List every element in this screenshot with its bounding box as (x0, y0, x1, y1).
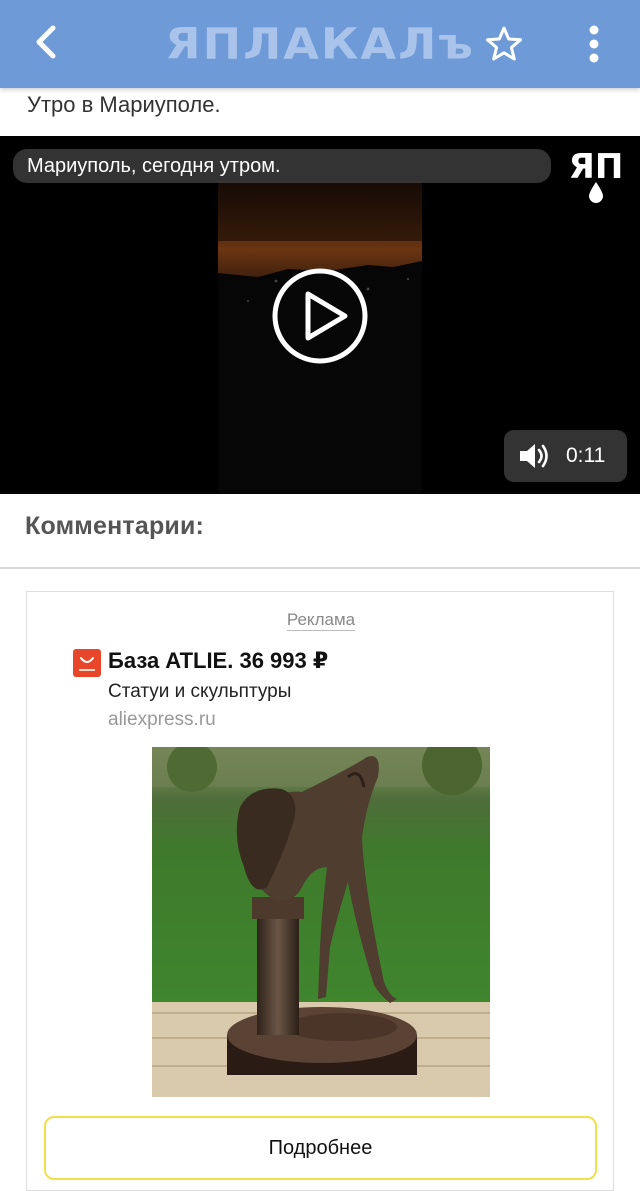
more-vertical-icon (589, 25, 599, 63)
aliexpress-icon (73, 649, 101, 677)
post-title: Утро в Мариуполе. (27, 92, 221, 117)
favorite-button[interactable] (482, 22, 526, 66)
site-logo[interactable]: ЯПЛАКАЛъ (165, 19, 473, 69)
ad-product-image[interactable] (152, 747, 490, 1097)
video-player[interactable]: Мариуполь, сегодня утром. ЯП 0:11 (0, 136, 640, 494)
more-details-button[interactable]: Подробнее (44, 1116, 597, 1180)
ad-title[interactable]: База ATLIE. 36 993 ₽ (108, 648, 328, 674)
overflow-menu-button[interactable] (574, 20, 614, 68)
star-outline-icon (486, 26, 522, 61)
ad-label: Реклама (286, 610, 356, 631)
sound-duration-control[interactable]: 0:11 (504, 430, 627, 482)
svg-text:ЯП: ЯП (569, 147, 624, 187)
volume-icon[interactable] (518, 441, 552, 471)
video-caption: Мариуполь, сегодня утром. (13, 149, 551, 183)
play-button[interactable] (271, 267, 369, 365)
divider (0, 567, 640, 569)
comments-heading: Комментарии: (25, 512, 205, 540)
yap-logo-icon: ЯП (562, 144, 630, 208)
back-button[interactable] (26, 22, 66, 62)
ad-domain[interactable]: aliexpress.ru (108, 709, 216, 731)
ad-subtitle: Статуи и скульптуры (108, 681, 292, 702)
ad-card[interactable]: Реклама База ATLIE. 36 993 ₽ Статуи и ск… (26, 591, 614, 1191)
top-app-bar: ЯПЛАКАЛъ (0, 0, 640, 88)
video-duration: 0:11 (566, 444, 606, 467)
chevron-left-icon (36, 25, 56, 59)
play-icon (272, 268, 368, 364)
